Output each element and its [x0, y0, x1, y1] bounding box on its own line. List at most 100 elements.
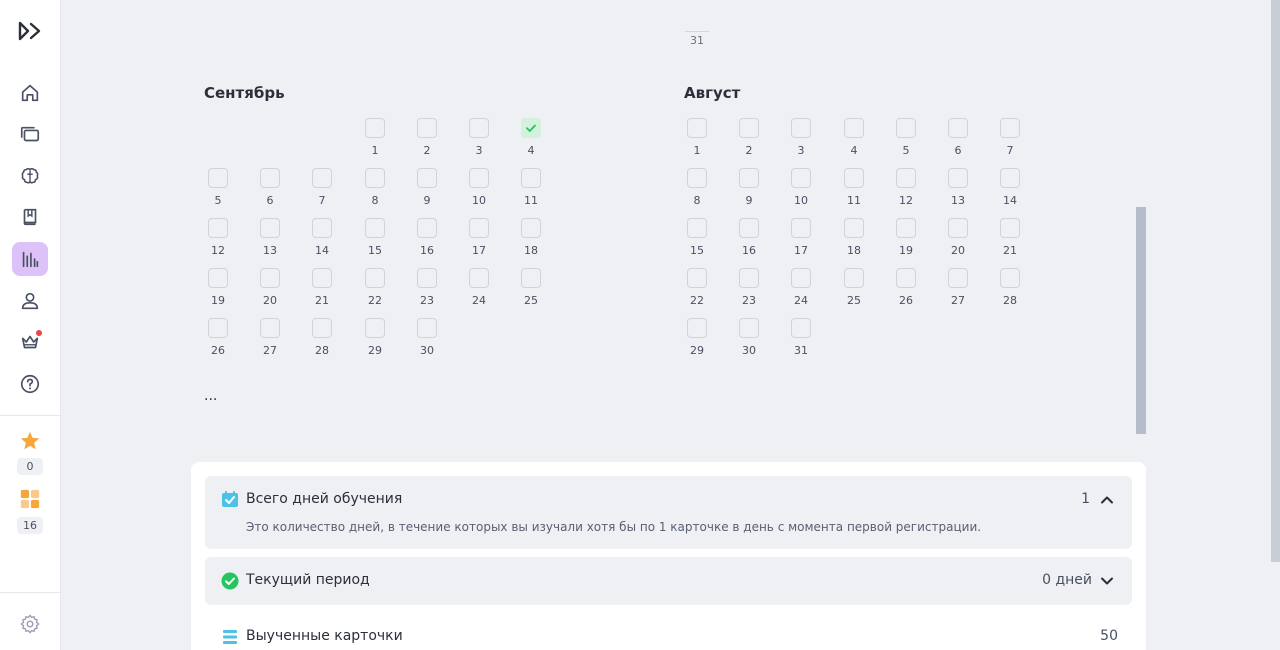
calendar-day: 12 [894, 168, 918, 212]
nav-dictionary[interactable] [12, 200, 48, 234]
day-number: 29 [368, 344, 382, 357]
nav-brain[interactable] [12, 159, 48, 193]
day-number: 21 [315, 294, 329, 307]
day-number: 19 [899, 244, 913, 257]
day-checkbox [469, 218, 489, 238]
calendar-day: 4 [519, 118, 543, 162]
day-number: 5 [214, 194, 222, 207]
day-checkbox [948, 268, 968, 288]
total-days-row[interactable]: Всего дней обучения 1 Это количество дне… [205, 476, 1132, 549]
statistics-icon [22, 251, 39, 268]
calendar-day: 2 [415, 118, 439, 162]
day-number: 3 [475, 144, 483, 157]
nav-premium[interactable] [12, 325, 48, 359]
day-checkbox [1000, 118, 1020, 138]
profile-icon [21, 292, 39, 310]
nav-profile[interactable] [12, 284, 48, 318]
calendar-day: 5 [206, 168, 230, 212]
day-checkbox [260, 168, 280, 188]
day-checkbox [1000, 218, 1020, 238]
day-number: 15 [368, 244, 382, 257]
calendar-day: 15 [685, 218, 709, 262]
day-checkbox [739, 168, 759, 188]
calendar-day: 1 [685, 118, 709, 162]
day-done-checkbox [521, 118, 541, 138]
calendar-day: 7 [310, 168, 334, 212]
day-checkbox [844, 218, 864, 238]
total-days-description: Это количество дней, в течение которых в… [246, 520, 982, 534]
day-number: 26 [211, 344, 225, 357]
day-number: 10 [794, 194, 808, 207]
day-checkbox [208, 268, 228, 288]
day-checkbox [687, 268, 707, 288]
day-number: 11 [524, 194, 538, 207]
day-checkbox [791, 168, 811, 188]
day-checkbox [739, 268, 759, 288]
day-checkbox [791, 218, 811, 238]
calendar-day: 25 [519, 268, 543, 312]
nav-home[interactable] [12, 76, 48, 110]
day-checkbox [365, 218, 385, 238]
day-number: 25 [524, 294, 538, 307]
day-number: 9 [745, 194, 753, 207]
current-period-row[interactable]: Текущий период 0 дней [205, 557, 1132, 605]
day-number: 18 [524, 244, 538, 257]
day-number: 1 [371, 144, 379, 157]
calendar-day: 30 [415, 318, 439, 362]
day-number: 7 [1006, 144, 1014, 157]
chevron-down-icon[interactable] [1100, 574, 1114, 588]
day-number: 18 [847, 244, 861, 257]
stack-icon [223, 630, 237, 644]
day-checkbox [417, 218, 437, 238]
calendar-day: 16 [737, 218, 761, 262]
gear-icon[interactable] [19, 613, 41, 635]
day-checkbox [312, 318, 332, 338]
calendar-day: 21 [310, 268, 334, 312]
day-checkbox [844, 268, 864, 288]
day-number: 6 [266, 194, 274, 207]
day-checkbox [896, 118, 916, 138]
brain-icon [21, 167, 39, 184]
day-checkbox [739, 318, 759, 338]
learned-cards-row: Выученные карточки 50 [205, 613, 1132, 650]
calendar-day: 13 [258, 218, 282, 262]
calendar-day: 14 [998, 168, 1022, 212]
calendar-day: 11 [519, 168, 543, 212]
day-checkbox [260, 268, 280, 288]
nav-help[interactable] [12, 367, 48, 401]
day-checkbox [365, 168, 385, 188]
page-scrollbar[interactable] [1271, 0, 1280, 562]
calendar-day: 3 [467, 118, 491, 162]
day-number: 17 [794, 244, 808, 257]
day-number: 15 [690, 244, 704, 257]
day-number: 22 [368, 294, 382, 307]
stars-count: 0 [17, 458, 43, 475]
day-number: 12 [211, 244, 225, 257]
day-checkbox [687, 168, 707, 188]
day-number: 4 [527, 144, 535, 157]
day-number: 5 [902, 144, 910, 157]
day-checkbox [948, 168, 968, 188]
calendar-day: 29 [363, 318, 387, 362]
day-number: 22 [690, 294, 704, 307]
nav-statistics[interactable] [12, 242, 48, 276]
day-number: 6 [954, 144, 962, 157]
day-number: 27 [951, 294, 965, 307]
notification-dot [36, 330, 42, 336]
day-checkbox [896, 218, 916, 238]
more-months-ellipsis[interactable]: ... [204, 388, 217, 404]
calendar-day: 18 [842, 218, 866, 262]
calendar-scrollbar[interactable] [1136, 207, 1146, 434]
calendar-day: 4 [842, 118, 866, 162]
calendar-day: 17 [467, 218, 491, 262]
nav-cards[interactable] [12, 118, 48, 152]
day-number: 23 [742, 294, 756, 307]
calendar-day: 20 [258, 268, 282, 312]
day-number: 13 [263, 244, 277, 257]
calendar-day: 1 [363, 118, 387, 162]
day-checkbox [521, 168, 541, 188]
calendar-day: 15 [363, 218, 387, 262]
calendar-day: 27 [258, 318, 282, 362]
app-logo[interactable] [17, 20, 45, 42]
chevron-up-icon[interactable] [1100, 493, 1114, 507]
